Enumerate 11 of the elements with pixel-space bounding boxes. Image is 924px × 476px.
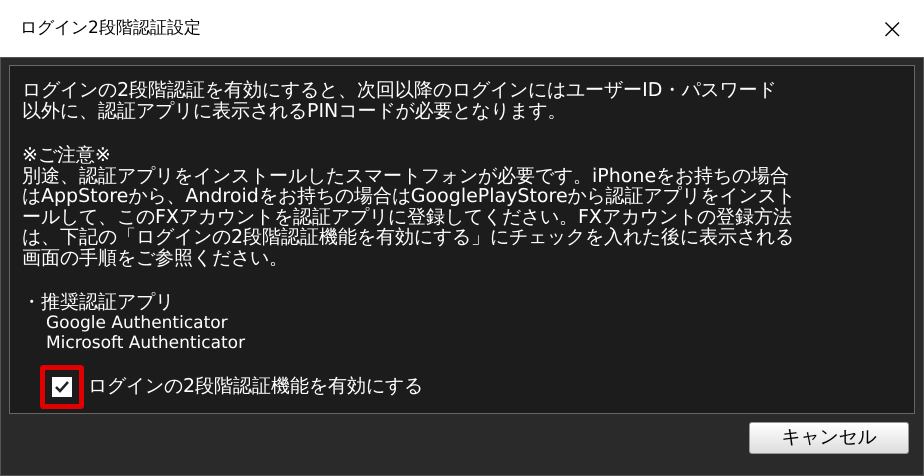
app-name: Microsoft Authenticator <box>45 332 246 352</box>
checkbox[interactable] <box>40 364 84 408</box>
recommended-heading: ・推奨認証アプリ <box>22 292 175 312</box>
notice-paragraph: ログインの2段階認証を有効にすると、次回以降のログインにはユーザーID・パスワード 以外に、認証アプリに表示されるPINコードが必要となります。 <box>22 80 778 121</box>
close-button[interactable]: × <box>880 14 904 42</box>
notice-paragraph: ※ご注意※ 別途、認証アプリをインストールしたスマートフォンが必要です。iPhoneをお持ちの場合 はAppStoreから、Androidをお持ちの場合はGooglePlayStoreから認証アプリをインスト ールして、このFXアカウントを認証アプリに登録してください。FXアカウントの登録方法 は、下記の「ログインの2段階認証機能を有効にする」にチェックを入れた後に表示される 画面の手順をご参照ください。 <box>22 145 797 268</box>
checkmark-icon <box>55 380 69 392</box>
checkbox-label[interactable]: ログインの2段階認証機能を有効にする <box>88 376 424 397</box>
app-name: Google Authenticator <box>45 312 229 332</box>
window-title: ログイン2段階認証設定 <box>20 16 201 40</box>
cancel-button[interactable]: キャンセル <box>749 422 909 454</box>
